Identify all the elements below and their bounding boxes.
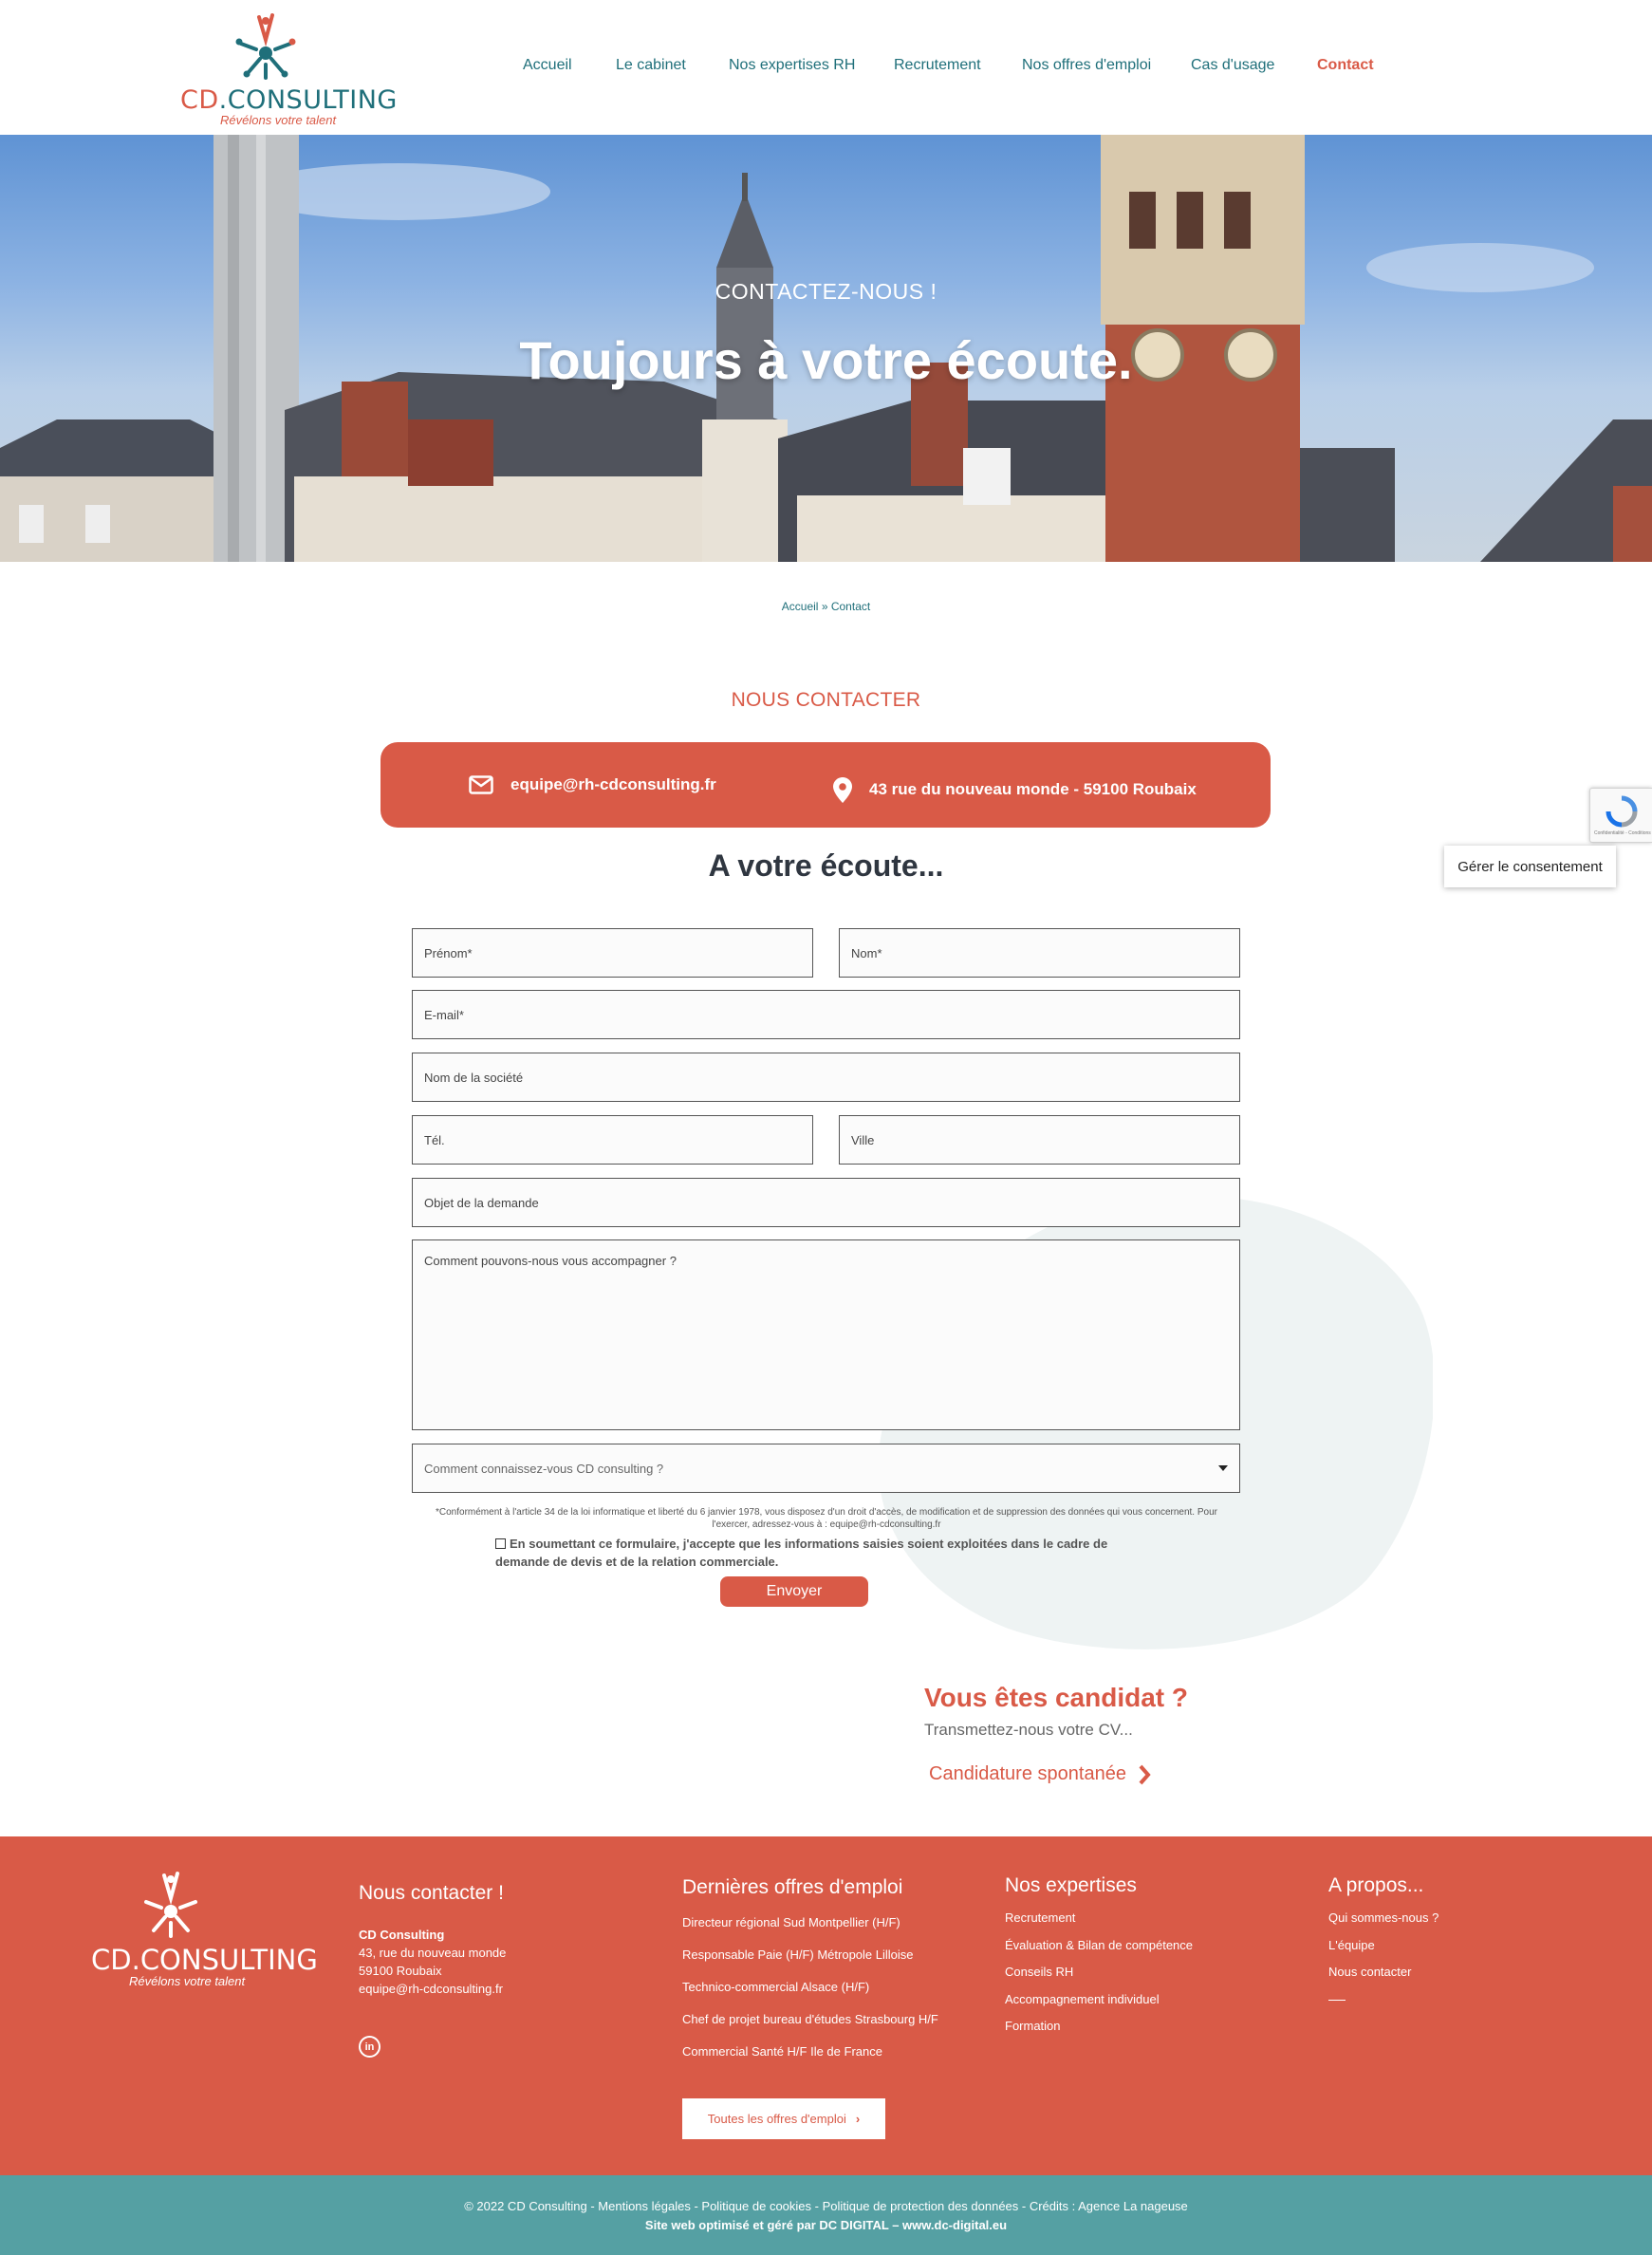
footer-about-item[interactable]: L'équipe [1328, 1932, 1439, 1960]
envelope-icon [469, 775, 493, 794]
submit-button[interactable]: Envoyer [720, 1576, 868, 1607]
last-name-input[interactable]: Nom* [839, 928, 1240, 978]
footer-about-col: A propos... Qui sommes-nous ? L'équipe N… [1328, 1874, 1439, 2001]
section-title: NOUS CONTACTER [731, 689, 921, 711]
linkedin-icon[interactable]: in [359, 2036, 381, 2058]
hero-title: Toujours à votre écoute. [519, 330, 1133, 390]
consent-manager-button[interactable]: Gérer le consentement [1444, 846, 1616, 887]
footer-logo[interactable]: CD.CONSULTING Révélons votre talent [91, 1870, 318, 1993]
footer-city: 59100 Roubaix [359, 1964, 442, 1978]
recaptcha-icon [1606, 795, 1638, 828]
breadcrumb-home[interactable]: Accueil [782, 600, 819, 613]
form-title: A votre écoute... [708, 848, 944, 883]
city-input[interactable]: Ville [839, 1115, 1240, 1165]
spontaneous-application-link[interactable]: Candidature spontanée [929, 1763, 1151, 1785]
footer-offer-item[interactable]: Technico-commercial Alsace (H/F) [682, 1971, 938, 2003]
hero-banner: CONTACTEZ-NOUS ! Toujours à votre écoute… [0, 135, 1652, 562]
footer-offer-item[interactable]: Directeur régional Sud Montpellier (H/F) [682, 1907, 938, 1939]
legal-notice-line2: l'exercer, adressez-vous à : equipe@rh-c… [712, 1519, 941, 1530]
message-textarea[interactable]: Comment pouvons-nous vous accompagner ? [412, 1239, 1240, 1430]
recaptcha-badge[interactable]: Confidentialité - Conditions [1589, 788, 1652, 843]
nav-cas-usage[interactable]: Cas d'usage [1191, 57, 1274, 74]
nav-recrutement[interactable]: Recrutement [894, 57, 981, 74]
email-input[interactable]: E-mail* [412, 990, 1240, 1039]
map-pin-icon [833, 776, 852, 803]
footer-expertises-col: Nos expertises Recrutement Évaluation & … [1005, 1874, 1193, 2041]
footer-about-item[interactable]: Qui sommes-nous ? [1328, 1905, 1439, 1932]
footer-expertise-item[interactable]: Évaluation & Bilan de compétence [1005, 1932, 1193, 1960]
candidate-subtitle: Transmettez-nous votre CV... [924, 1721, 1133, 1739]
footer-about-item[interactable]: Nous contacter [1328, 1959, 1439, 1986]
bottom-bar: © 2022 CD Consulting - Mentions légales … [0, 2175, 1652, 2255]
footer-street: 43, rue du nouveau monde [359, 1946, 507, 1960]
footer-logo-wordmark: CD.CONSULTING [91, 1944, 318, 1976]
footer-email[interactable]: equipe@rh-cdconsulting.fr [359, 1980, 506, 1998]
nav-nos-offres-emploi[interactable]: Nos offres d'emploi [1022, 57, 1151, 74]
logo-wordmark: CD.CONSULTING [180, 85, 398, 115]
credits-line[interactable]: Site web optimisé et géré par DC DIGITAL… [0, 2218, 1652, 2232]
contact-address-text: 43 rue du nouveau monde - 59100 Roubaix [869, 780, 1197, 798]
contact-email-text: equipe@rh-cdconsulting.fr [510, 775, 716, 793]
nav-nos-expertises-rh[interactable]: Nos expertises RH [729, 57, 855, 74]
chevron-right-icon [1139, 1764, 1151, 1784]
consent-checkbox[interactable] [495, 1538, 506, 1549]
legal-notice-line1: *Conformément à l'article 34 de la loi i… [436, 1507, 1217, 1518]
source-select[interactable]: Comment connaissez-vous CD consulting ? [412, 1444, 1240, 1493]
footer-offer-item[interactable]: Chef de projet bureau d'études Strasbour… [682, 2003, 938, 2036]
caret-down-icon [1218, 1465, 1228, 1471]
company-input[interactable]: Nom de la société [412, 1053, 1240, 1102]
footer-contact-heading: Nous contacter ! [359, 1882, 504, 1904]
phone-input[interactable]: Tél. [412, 1115, 813, 1165]
footer-logo-star-icon [144, 1872, 197, 1938]
source-select-value: Comment connaissez-vous CD consulting ? [424, 1461, 664, 1476]
footer-expertise-item[interactable]: Recrutement [1005, 1905, 1193, 1932]
footer-offer-item[interactable]: Responsable Paie (H/F) Métropole Lillois… [682, 1939, 938, 1971]
footer-offer-item[interactable]: Commercial Santé H/F Ile de France [682, 2036, 938, 2068]
candidate-title: Vous êtes candidat ? [924, 1683, 1188, 1712]
subject-input[interactable]: Objet de la demande [412, 1178, 1240, 1227]
hero-kicker: CONTACTEZ-NOUS ! [715, 279, 937, 304]
contact-info-bar: equipe@rh-cdconsulting.fr 43 rue du nouv… [381, 742, 1271, 828]
footer-logo-tagline: Révélons votre talent [129, 1974, 246, 1988]
footer-offers-col: Dernières offres d'emploi Directeur régi… [682, 1876, 938, 2068]
all-offers-label: Toutes les offres d'emploi [707, 2112, 846, 2126]
nav-le-cabinet[interactable]: Le cabinet [616, 57, 686, 74]
recaptcha-text: Confidentialité - Conditions [1594, 830, 1651, 836]
contact-email[interactable]: equipe@rh-cdconsulting.fr [469, 742, 716, 828]
legal-notice: *Conformément à l'article 34 de la loi i… [418, 1506, 1235, 1531]
consent-text: En soumettant ce formulaire, j'accepte q… [495, 1537, 1108, 1569]
logo-tagline: Révélons votre talent [220, 113, 337, 127]
first-name-input[interactable]: Prénom* [412, 928, 813, 978]
breadcrumb: Accueil » Contact [0, 600, 1652, 613]
footer-about-divider [1328, 1999, 1346, 2001]
footer-company: CD Consulting [359, 1928, 445, 1942]
footer-about-heading: A propos... [1328, 1874, 1424, 1896]
footer-expertise-item[interactable]: Formation [1005, 2013, 1193, 2041]
nav-contact[interactable]: Contact [1317, 57, 1374, 74]
site-footer: CD.CONSULTING Révélons votre talent Nous… [0, 1836, 1652, 2175]
footer-expertises-heading: Nos expertises [1005, 1874, 1137, 1896]
contact-address: 43 rue du nouveau monde - 59100 Roubaix [833, 747, 1197, 832]
spontaneous-application-label: Candidature spontanée [929, 1763, 1126, 1784]
nav-accueil[interactable]: Accueil [523, 57, 572, 74]
chevron-right-icon: › [855, 2112, 861, 2126]
breadcrumb-current: Contact [830, 600, 871, 613]
footer-expertise-item[interactable]: Conseils RH [1005, 1959, 1193, 1986]
main-nav: Accueil Le cabinet Nos expertises RH Rec… [0, 57, 1652, 78]
footer-contact-col: Nous contacter ! CD Consulting 43, rue d… [359, 1882, 506, 1998]
consent-checkbox-row: En soumettant ce formulaire, j'accepte q… [495, 1535, 1141, 1571]
copyright-line[interactable]: © 2022 CD Consulting - Mentions légales … [0, 2199, 1652, 2213]
all-offers-button[interactable]: Toutes les offres d'emploi › [682, 2098, 885, 2139]
footer-expertise-item[interactable]: Accompagnement individuel [1005, 1986, 1193, 2014]
site-header: CD.CONSULTING Révélons votre talent Accu… [0, 0, 1652, 135]
footer-offers-heading: Dernières offres d'emploi [682, 1876, 903, 1898]
breadcrumb-separator: » [821, 600, 828, 613]
